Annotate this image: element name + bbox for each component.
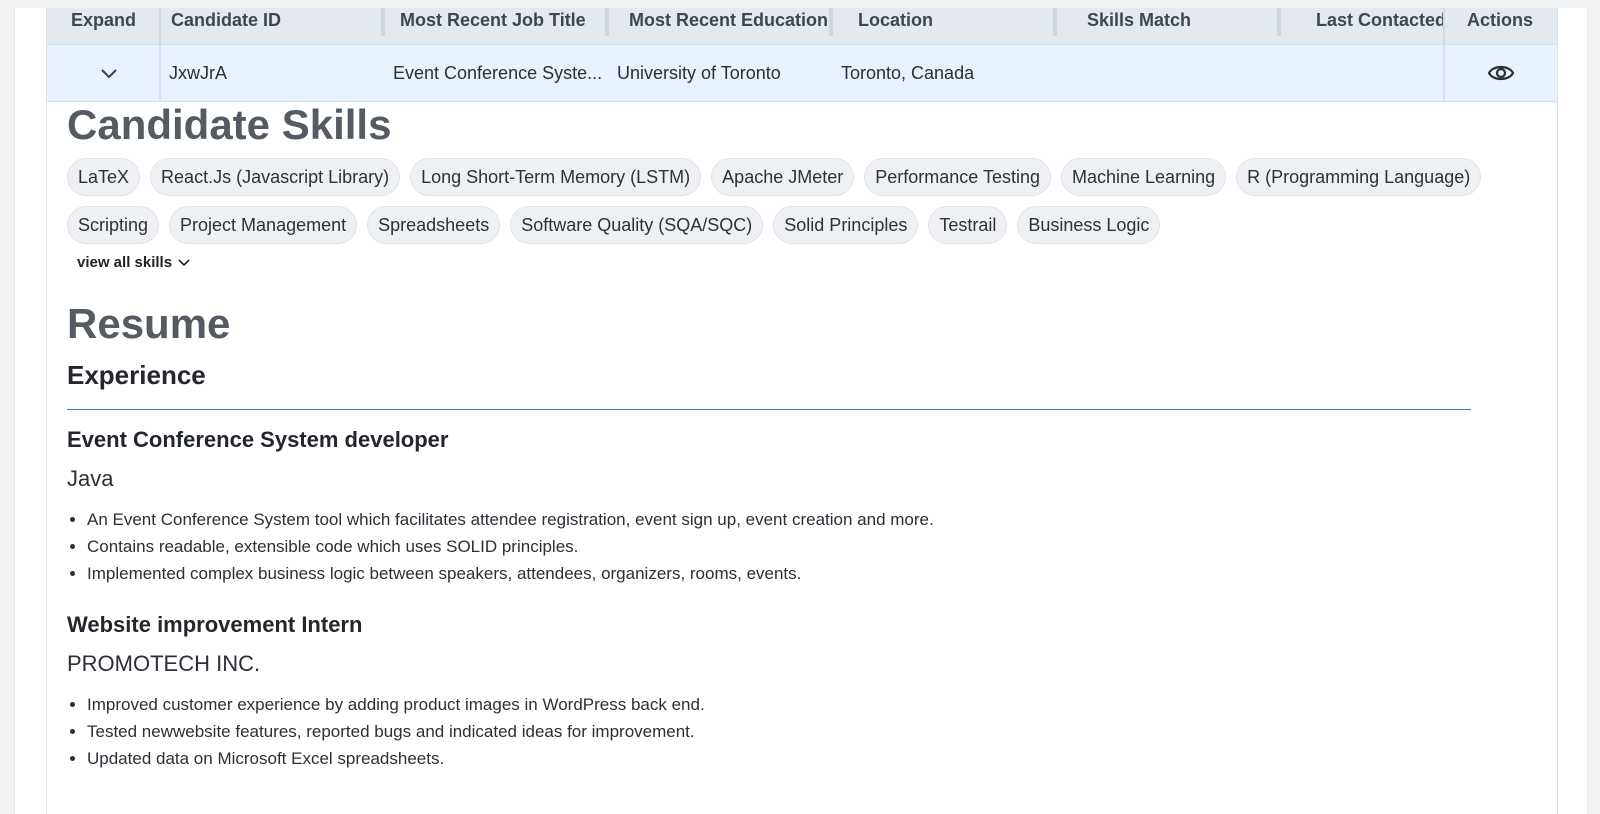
cell-location: Toronto, Canada [841, 63, 975, 83]
skill-chip: Scripting [67, 206, 160, 244]
skill-chip: Performance Testing [864, 158, 1051, 196]
job-organization: PROMOTECH INC. [67, 651, 261, 676]
skill-chip: Machine Learning [1061, 158, 1227, 196]
chevron-down-icon [178, 258, 190, 266]
page-shell: Expand Candidate ID Most Recent Job Titl… [14, 8, 1588, 814]
list-item: Contains readable, extensible code which… [87, 533, 1527, 560]
column-resize-handle[interactable] [605, 8, 609, 36]
list-item: An Event Conference System tool which fa… [87, 506, 1527, 533]
list-item: Improved customer experience by adding p… [87, 691, 1527, 718]
list-item: Implemented complex business logic betwe… [87, 560, 1527, 587]
cell-education: University of Toronto [617, 63, 781, 83]
table-header: Expand Candidate ID Most Recent Job Titl… [47, 8, 1557, 44]
candidates-table: Expand Candidate ID Most Recent Job Titl… [46, 8, 1558, 814]
header-last-contacted[interactable]: Last Contacted [1316, 8, 1451, 44]
job-bullets: An Event Conference System tool which fa… [67, 506, 1527, 587]
column-resize-handle[interactable] [1053, 8, 1057, 36]
section-divider [67, 409, 1471, 410]
header-candidate-id[interactable]: Candidate ID [171, 8, 391, 44]
experience-entry: Event Conference System developer Java A… [67, 424, 1527, 587]
skill-chip: Solid Principles [773, 206, 919, 244]
row-divider [1443, 45, 1445, 101]
header-divider [1443, 8, 1445, 44]
table-row[interactable]: JxwJrA Event Conference Syste... Univers… [47, 44, 1557, 102]
skill-chip: Software Quality (SQA/SQC) [510, 206, 764, 244]
eye-icon[interactable] [1487, 61, 1515, 85]
skills-list: LaTeX React.Js (Javascript Library) Long… [67, 158, 1487, 244]
column-resize-handle[interactable] [829, 8, 833, 36]
skill-chip: Apache JMeter [711, 158, 855, 196]
view-all-skills-link[interactable]: view all skills [77, 254, 1527, 271]
list-item: Updated data on Microsoft Excel spreadsh… [87, 745, 1527, 772]
header-job-title[interactable]: Most Recent Job Title [400, 8, 615, 44]
job-title: Event Conference System developer [67, 427, 449, 452]
row-divider [159, 45, 161, 101]
cell-candidate-id: JxwJrA [169, 63, 227, 83]
skill-chip: Business Logic [1017, 206, 1161, 244]
job-title: Website improvement Intern [67, 612, 363, 637]
skill-chip: Long Short-Term Memory (LSTM) [410, 158, 702, 196]
chevron-down-icon[interactable] [99, 63, 119, 83]
header-actions: Actions [1467, 10, 1534, 30]
skill-chip: Project Management [169, 206, 358, 244]
column-resize-handle[interactable] [1277, 8, 1281, 36]
list-item: Tested newwebsite features, reported bug… [87, 718, 1527, 745]
header-location[interactable]: Location [858, 8, 1073, 44]
view-all-skills-label: view all skills [77, 254, 173, 271]
cell-job-title: Event Conference Syste... [393, 63, 603, 83]
job-bullets: Improved customer experience by adding p… [67, 691, 1527, 772]
resume-heading: Resume [67, 300, 231, 347]
job-organization: Java [67, 466, 114, 491]
skill-chip: Spreadsheets [367, 206, 501, 244]
skill-chip: LaTeX [67, 158, 141, 196]
experience-entry: Website improvement Intern PROMOTECH INC… [67, 609, 1527, 772]
skill-chip: R (Programming Language) [1236, 158, 1482, 196]
candidate-detail: Candidate Skills LaTeX React.Js (Javascr… [67, 100, 1527, 772]
header-expand[interactable]: Expand [71, 8, 151, 44]
header-education[interactable]: Most Recent Education [629, 8, 844, 44]
skill-chip: React.Js (Javascript Library) [150, 158, 401, 196]
skills-heading: Candidate Skills [67, 101, 392, 148]
experience-heading: Experience [67, 360, 206, 390]
skill-chip: Testrail [928, 206, 1008, 244]
column-resize-handle[interactable] [381, 8, 385, 36]
header-divider [159, 8, 161, 44]
header-skills-match[interactable]: Skills Match [1087, 8, 1302, 44]
